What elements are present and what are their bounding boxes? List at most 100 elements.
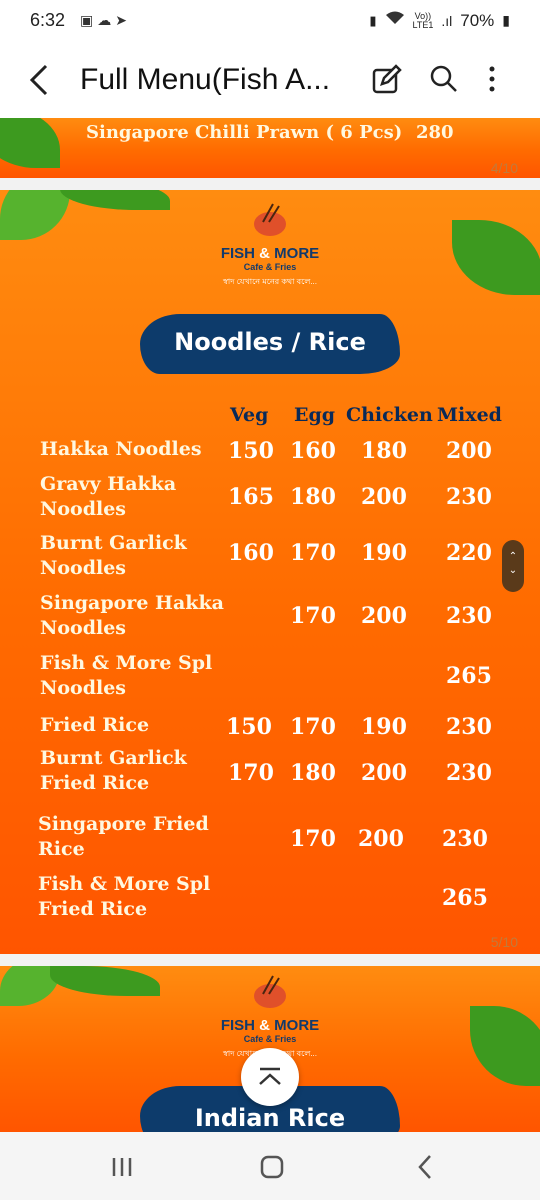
column-header-chicken: Chicken — [346, 404, 433, 426]
section-title: Noodles / Rice — [174, 328, 366, 356]
item-name-line2: Noodles — [40, 677, 127, 699]
basil-leaf-image — [0, 190, 70, 240]
gallery-icon: ▣ — [80, 12, 98, 28]
price-mixed: 230 — [442, 826, 488, 852]
column-header-veg: Veg — [230, 404, 269, 426]
system-back-button[interactable] — [404, 1152, 444, 1182]
item-name: Fish & More Spl — [38, 873, 211, 895]
back-button[interactable] — [26, 60, 62, 100]
price-mixed: 265 — [446, 663, 492, 689]
item-name: Hakka Noodles — [40, 438, 202, 460]
price-egg: 170 — [290, 714, 336, 740]
item-name: Fried Rice — [40, 714, 150, 736]
logo-brand-rest: MORE — [274, 245, 320, 262]
menu-page-4: Singapore Chilli Prawn ( 6 Pcs) 280 4/10 — [0, 118, 540, 178]
status-left-icons: ▣☁➤ — [80, 12, 131, 29]
menu-item-name: Singapore Chilli Prawn ( 6 Pcs) — [86, 122, 403, 143]
item-name-line2: Fried Rice — [38, 898, 148, 920]
logo-brand-rest: MORE — [274, 1017, 320, 1034]
price-chicken: 180 — [361, 438, 407, 464]
signal-icon: .ıl — [441, 12, 453, 29]
more-options-button[interactable] — [482, 62, 502, 98]
price-mixed: 220 — [446, 540, 492, 566]
telegram-icon: ➤ — [115, 12, 131, 28]
item-name-line2: Fried Rice — [40, 772, 150, 794]
price-chicken: 200 — [361, 603, 407, 629]
price-mixed: 230 — [446, 484, 492, 510]
basil-leaf-image — [50, 966, 160, 996]
more-vert-icon — [489, 66, 495, 92]
app-header: Full Menu(Fish A... — [0, 40, 540, 118]
back-arrow-icon — [29, 64, 48, 96]
price-veg: 150 — [226, 714, 272, 740]
menu-item-price: 280 — [416, 122, 454, 143]
price-veg: 150 — [228, 438, 274, 464]
basil-leaf-image — [470, 1006, 540, 1086]
price-veg: 160 — [228, 540, 274, 566]
search-icon — [430, 65, 457, 92]
recent-apps-icon — [112, 1158, 132, 1176]
scroll-handle[interactable]: ⌃ ⌄ — [502, 540, 524, 592]
volte-bottom: LTE1 — [412, 19, 434, 30]
fish-bowl-icon — [254, 975, 286, 1008]
price-chicken: 200 — [361, 484, 407, 510]
price-chicken: 190 — [361, 714, 407, 740]
price-veg: 170 — [228, 760, 274, 786]
logo-subtitle: Cafe & Fries — [243, 262, 297, 272]
price-mixed: 230 — [446, 760, 492, 786]
section-title-banner: Noodles / Rice — [140, 314, 400, 374]
price-mixed: 265 — [442, 885, 488, 911]
scroll-to-top-icon — [259, 1067, 281, 1085]
price-chicken: 200 — [361, 760, 407, 786]
column-header-mixed: Mixed — [437, 404, 502, 426]
page-number: 4/10 — [490, 160, 518, 176]
item-name: Burnt Garlick — [40, 747, 187, 769]
fish-bowl-icon — [254, 203, 286, 236]
price-mixed: 200 — [446, 438, 492, 464]
battery-icon: ▮ — [502, 12, 510, 28]
basil-leaf-image — [452, 220, 540, 295]
item-name-line2: Noodles — [40, 617, 127, 639]
battery-level: 70% — [460, 10, 495, 30]
price-egg: 170 — [290, 540, 336, 566]
cloud-icon: ☁ — [97, 12, 116, 28]
chevron-up-icon: ⌃ — [508, 551, 518, 562]
page-number: 5/10 — [490, 934, 518, 950]
item-name: Burnt Garlick — [40, 532, 187, 554]
item-name: Gravy Hakka — [40, 473, 177, 495]
logo-brand: FISH — [220, 245, 255, 262]
search-button[interactable] — [428, 62, 462, 98]
item-name-line2: Rice — [38, 838, 85, 860]
home-button[interactable] — [252, 1152, 292, 1182]
price-veg: 165 — [228, 484, 274, 510]
logo-subtitle: Cafe & Fries — [243, 1034, 297, 1044]
price-mixed: 230 — [446, 714, 492, 740]
item-name: Fish & More Spl — [40, 652, 213, 674]
recent-apps-button[interactable] — [102, 1152, 142, 1182]
status-right-icons: ▮ Vo)) LTE1 .ıl 70% ▮ — [369, 10, 510, 31]
scroll-to-top-button[interactable] — [241, 1048, 299, 1106]
price-egg: 180 — [290, 484, 336, 510]
wifi-icon — [385, 10, 405, 31]
logo-amp: & — [259, 1017, 270, 1034]
price-egg: 170 — [290, 603, 336, 629]
price-egg: 180 — [290, 760, 336, 786]
volte-indicator: Vo)) LTE1 — [412, 11, 434, 30]
logo-tagline: স্বাদ যেখানে মনের কথা বলে... — [223, 277, 317, 286]
price-chicken: 200 — [358, 826, 404, 852]
home-icon — [260, 1155, 284, 1179]
logo-amp: & — [259, 245, 270, 262]
logo-name: FISH & MORE — [190, 1017, 350, 1034]
page-title: Full Menu(Fish A... — [80, 63, 331, 96]
edit-icon — [372, 64, 402, 94]
status-time: 6:32 — [30, 10, 66, 30]
battery-saver-icon: ▮ — [369, 12, 377, 28]
menu-page-5: FISH & MORE Cafe & Fries স্বাদ যেখানে মন… — [0, 190, 540, 954]
item-name: Singapore Hakka — [40, 592, 224, 614]
price-chicken: 190 — [361, 540, 407, 566]
status-bar: 6:32 ▣☁➤ ▮ Vo)) LTE1 .ıl 70% ▮ — [0, 0, 540, 40]
edit-button[interactable] — [370, 62, 404, 98]
chevron-down-icon: ⌄ — [508, 565, 518, 576]
item-name-line2: Noodles — [40, 557, 127, 579]
logo-brand: FISH — [220, 1017, 255, 1034]
